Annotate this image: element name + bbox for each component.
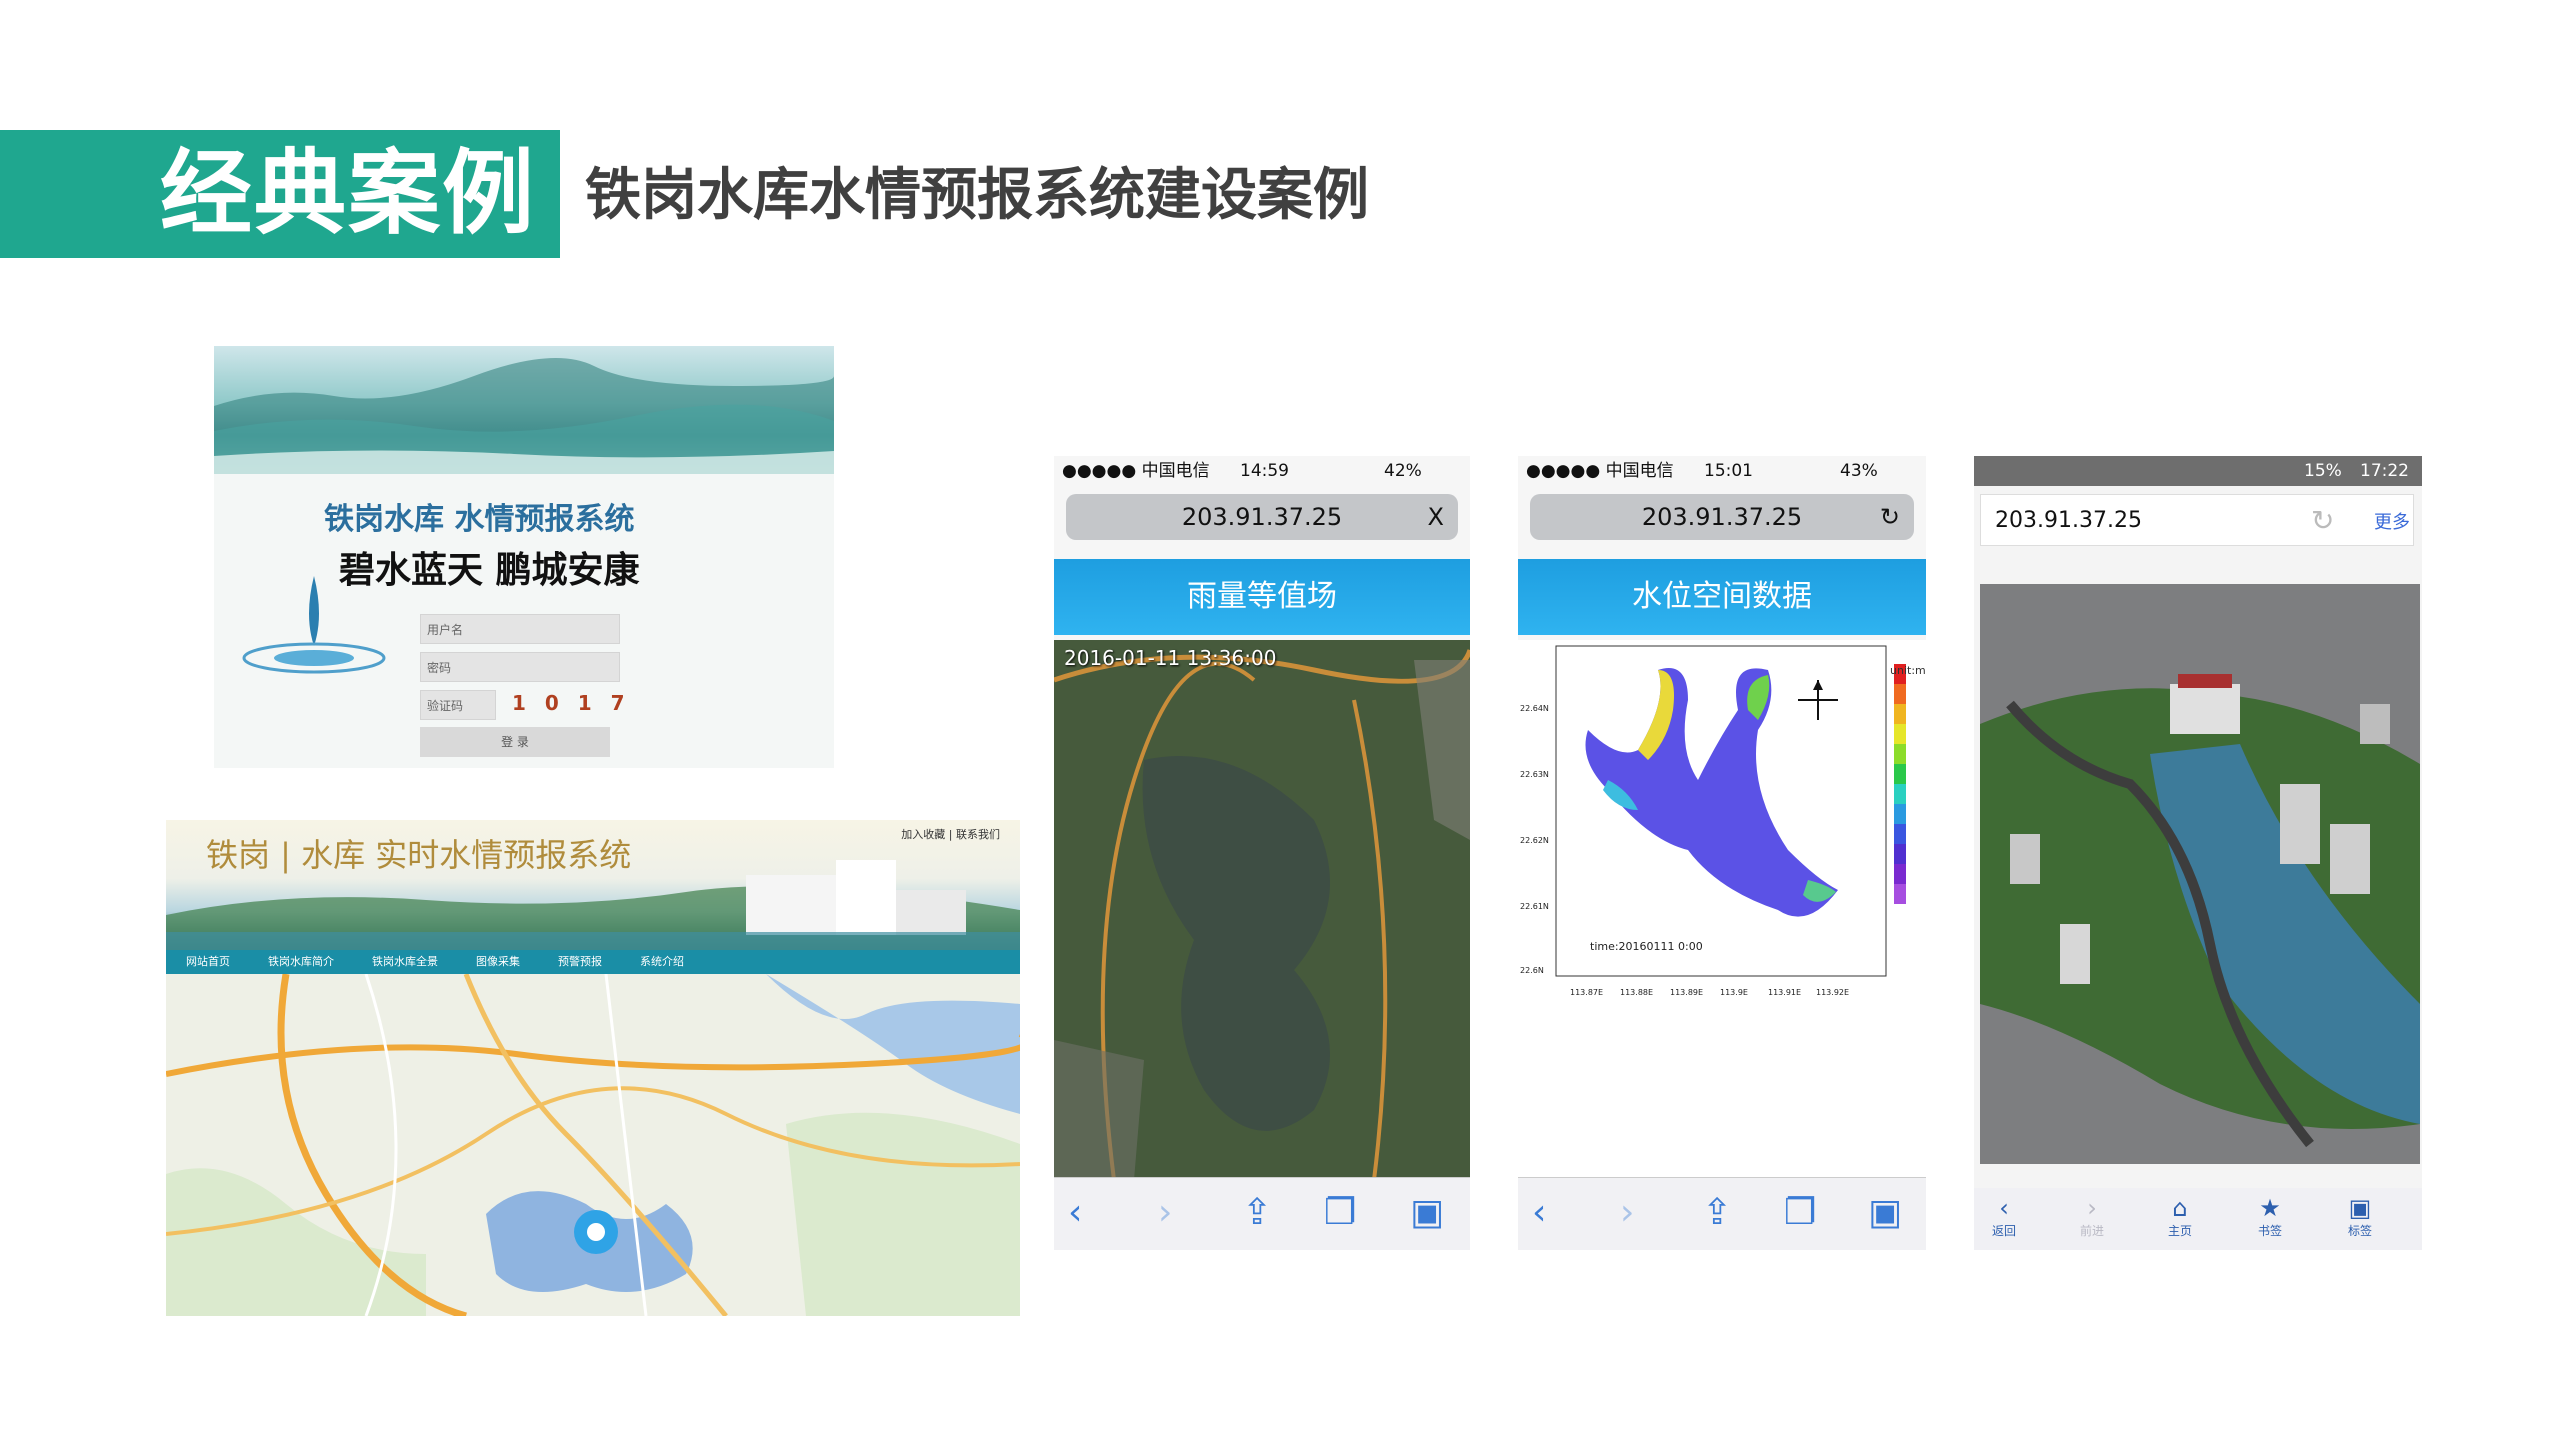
close-icon[interactable]: X (1428, 494, 1444, 540)
browser-toolbar: ‹ 返回 › 前进 ⌂ 主页 ★ 书签 ▣ 标签 (1974, 1188, 2422, 1250)
road-map[interactable] (166, 974, 1020, 1316)
battery-label: 42% (1384, 461, 1422, 481)
forward-icon[interactable]: › (1158, 1192, 1172, 1233)
url-bar[interactable]: 203.91.37.25 ↻ (1530, 494, 1914, 540)
carrier-label: ●●●●● 中国电信 (1062, 461, 1210, 481)
status-bar: ●●●●● 中国电信 15:01 43% (1518, 456, 1926, 486)
reload-icon[interactable]: ↻ (2311, 495, 2334, 547)
bookmarks-icon[interactable]: ❐ (1784, 1192, 1816, 1233)
bookmark-button[interactable]: ★ 书签 (2240, 1194, 2300, 1239)
nav-item-warning[interactable]: 预警预报 (558, 950, 602, 974)
forward-label: 前进 (2079, 1224, 2104, 1238)
battery-label: 15% (2304, 461, 2342, 481)
legend-unit-label: unit:m (1890, 664, 1926, 677)
status-bar: 15% 17:22 (1974, 456, 2422, 486)
forward-icon[interactable]: › (1620, 1192, 1634, 1233)
water-drop-icon (242, 576, 386, 674)
phone-water-level-screenshot: ●●●●● 中国电信 15:01 43% 203.91.37.25 ↻ 水位空间… (1518, 456, 1926, 1250)
username-field[interactable]: 用户名 (420, 614, 620, 644)
nav-item-home[interactable]: 网站首页 (186, 950, 230, 974)
plot-time-label: time:20160111 0:00 (1590, 940, 1703, 953)
forward-icon: › (2087, 1194, 2097, 1222)
url-bar[interactable]: 203.91.37.25 X (1066, 494, 1458, 540)
x-tick-label: 113.88E (1620, 988, 1654, 997)
status-bar: ●●●●● 中国电信 14:59 42% (1054, 456, 1470, 486)
password-field[interactable]: 密码 (420, 652, 620, 682)
more-menu[interactable]: 更多 (2374, 508, 2410, 534)
x-tick-label: 113.89E (1670, 988, 1704, 997)
nav-item-intro[interactable]: 铁岗水库简介 (268, 950, 334, 974)
y-tick-label: 22.61N (1520, 902, 1549, 911)
case-subtitle: 铁岗水库水情预报系统建设案例 (585, 163, 1369, 228)
login-title: 铁岗水库 水情预报系统 (324, 502, 635, 537)
x-tick-label: 113.9E (1720, 988, 1748, 997)
tabs-button[interactable]: ▣ 标签 (2330, 1194, 2390, 1239)
home-icon: ⌂ (2172, 1194, 2188, 1222)
captcha-image: 1 0 1 7 (512, 691, 631, 715)
bookmarks-icon[interactable]: ❐ (1324, 1192, 1356, 1233)
browser-toolbar: ‹ › ⇪ ❐ ▣ (1518, 1177, 1926, 1250)
tabs-icon: ▣ (2348, 1194, 2372, 1222)
back-icon: ‹ (1999, 1194, 2009, 1222)
clock-label: 17:22 (2360, 461, 2409, 481)
share-icon[interactable]: ⇪ (1242, 1192, 1272, 1233)
browser-toolbar: ‹ › ⇪ ❐ ▣ (1054, 1177, 1470, 1250)
tabs-icon[interactable]: ▣ (1868, 1192, 1902, 1233)
website-logo: 铁岗 | 水库 实时水情预报系统 (206, 836, 632, 874)
battery-label: 43% (1840, 461, 1878, 481)
clock-label: 15:01 (1704, 461, 1753, 481)
y-tick-label: 22.6N (1520, 966, 1544, 975)
x-tick-label: 113.87E (1570, 988, 1604, 997)
bookmark-label: 书签 (2257, 1224, 2282, 1238)
url-text: 203.91.37.25 (1641, 503, 1803, 531)
page-title: 水位空间数据 (1518, 559, 1926, 635)
home-button[interactable]: ⌂ 主页 (2150, 1194, 2210, 1239)
tabs-label: 标签 (2347, 1224, 2372, 1238)
login-button[interactable]: 登 录 (420, 727, 610, 757)
section-title: 经典案例 (160, 140, 537, 247)
share-icon[interactable]: ⇪ (1702, 1192, 1732, 1233)
mountain-illustration (214, 358, 834, 474)
url-text: 203.91.37.25 (1995, 508, 2142, 533)
forward-button[interactable]: › 前进 (2062, 1194, 2122, 1239)
phone-rainfall-screenshot: ●●●●● 中国电信 14:59 42% 203.91.37.25 X 雨量等值… (1054, 456, 1470, 1250)
3d-reservoir-scene[interactable] (1980, 584, 2420, 1164)
carrier-label: ●●●●● 中国电信 (1526, 461, 1674, 481)
y-tick-label: 22.63N (1520, 770, 1549, 779)
map-timestamp: 2016-01-11 13:36:00 (1064, 646, 1277, 670)
y-tick-label: 22.64N (1520, 704, 1549, 713)
back-label: 返回 (1991, 1224, 2016, 1238)
bookmark-icon: ★ (2259, 1194, 2281, 1222)
captcha-field[interactable]: 验证码 (420, 690, 496, 720)
clock-label: 14:59 (1240, 461, 1289, 481)
reload-icon[interactable]: ↻ (1880, 494, 1900, 540)
home-label: 主页 (2167, 1224, 2192, 1238)
page-title: 雨量等值场 (1054, 559, 1470, 635)
website-nav: 网站首页 铁岗水库简介 铁岗水库全景 图像采集 预警预报 系统介绍 (166, 950, 1020, 974)
y-tick-label: 22.62N (1520, 836, 1549, 845)
satellite-map[interactable] (1054, 640, 1470, 1181)
phone-3d-model-screenshot: 15% 17:22 203.91.37.25 ↻ 更多 ‹ 返回 › 前进 ⌂ … (1974, 456, 2422, 1250)
tabs-icon[interactable]: ▣ (1410, 1192, 1444, 1233)
login-page-screenshot: 铁岗水库 水情预报系统 碧水蓝天 鹏城安康 用户名 密码 验证码 1 0 1 7… (214, 346, 834, 768)
nav-item-panorama[interactable]: 铁岗水库全景 (372, 950, 438, 974)
website-top-links[interactable]: 加入收藏 | 联系我们 (901, 826, 1000, 842)
nav-item-image-capture[interactable]: 图像采集 (476, 950, 520, 974)
x-tick-label: 113.92E (1816, 988, 1850, 997)
url-text: 203.91.37.25 (1181, 503, 1343, 531)
back-icon[interactable]: ‹ (1532, 1192, 1546, 1233)
url-bar[interactable]: 203.91.37.25 ↻ (1980, 494, 2414, 546)
back-icon[interactable]: ‹ (1068, 1192, 1082, 1233)
x-tick-label: 113.91E (1768, 988, 1802, 997)
website-map-screenshot: 铁岗 | 水库 实时水情预报系统 加入收藏 | 联系我们 网站首页 铁岗水库简介… (166, 820, 1020, 1316)
nav-item-system[interactable]: 系统介绍 (640, 950, 684, 974)
water-level-contour-plot (1518, 640, 1926, 1178)
back-button[interactable]: ‹ 返回 (1974, 1194, 2034, 1239)
